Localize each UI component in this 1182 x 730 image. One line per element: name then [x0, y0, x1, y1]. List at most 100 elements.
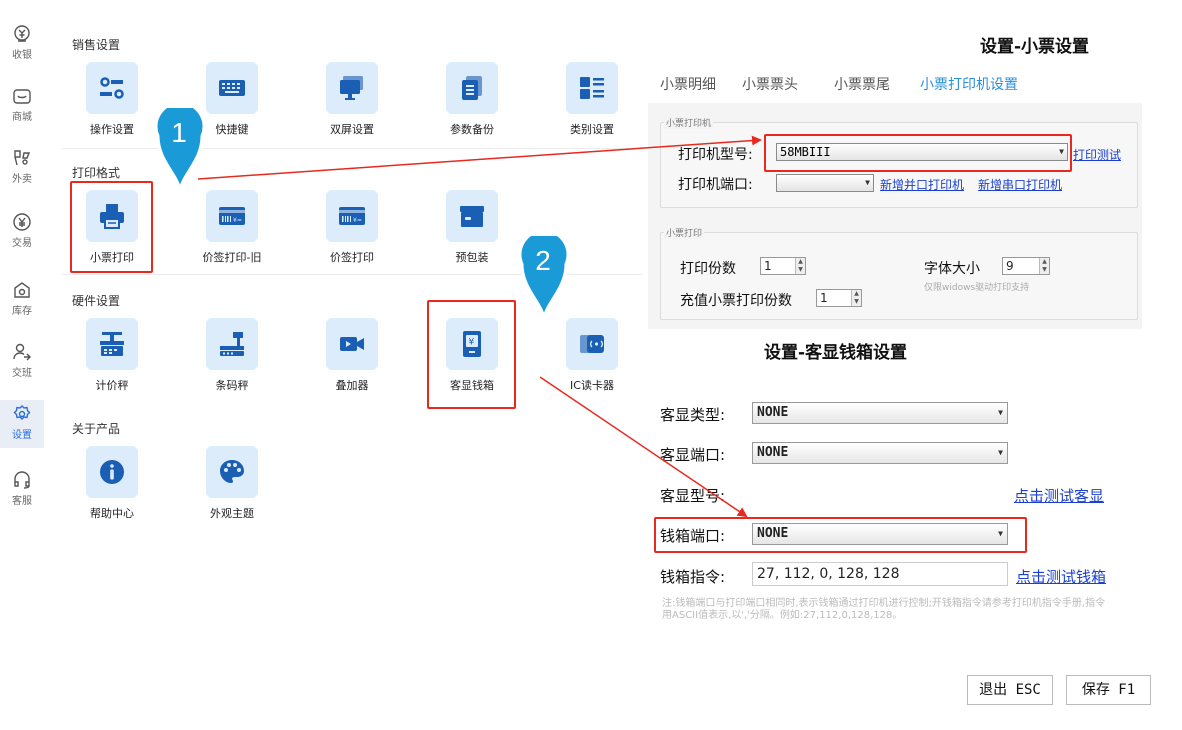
tile-dual-screen[interactable]: 双屏设置 [312, 62, 392, 137]
nav-item-service[interactable]: 客服 [0, 466, 44, 514]
svg-text:¥=: ¥= [353, 217, 362, 224]
chevron-down-icon: ▼ [998, 448, 1003, 457]
tile-help-center[interactable]: 帮助中心 [72, 446, 152, 521]
stepper-up-icon[interactable]: ▲ [796, 258, 805, 266]
tile-ic-card-reader[interactable]: IC读卡器 [552, 318, 632, 393]
marker-number: 2 [535, 245, 551, 276]
price-tag-icon: ¥= [339, 207, 365, 225]
section-title-hardware: 硬件设置 [72, 294, 121, 308]
tile-pricing-scale[interactable]: 计价秤 [72, 318, 152, 393]
nav-item-takeout[interactable]: 外卖 [0, 144, 44, 192]
pricing-scale-icon [100, 332, 124, 356]
cash-drawer-icon: ¥ [463, 331, 481, 357]
section-title-sales: 销售设置 [72, 38, 121, 52]
tile-label: 类别设置 [570, 123, 614, 136]
nav-item-cashier[interactable]: 收银 [0, 20, 44, 68]
tile-barcode-scale[interactable]: 条码秤 [192, 318, 272, 393]
tile-label: 双屏设置 [330, 123, 374, 136]
tile-overlay-device[interactable]: 叠加器 [312, 318, 392, 393]
tile-label: 价签打印 [330, 251, 374, 264]
tile-prepack[interactable]: 预包装 [432, 190, 512, 265]
stepper-down-icon[interactable]: ▼ [796, 266, 805, 274]
gear-icon [13, 405, 31, 420]
marker-number: 1 [171, 117, 187, 148]
font-size-stepper[interactable]: 9 ▲ ▼ [1002, 257, 1050, 275]
tile-category-settings[interactable]: 类别设置 [552, 62, 632, 137]
display-type-select[interactable]: NONE ▼ [752, 402, 1008, 424]
test-drawer-link[interactable]: 点击测试钱箱 [1016, 566, 1106, 587]
svg-text:¥=: ¥= [233, 217, 242, 224]
tile-operation-settings[interactable]: 操作设置 [72, 62, 152, 137]
keyboard-icon [219, 80, 245, 96]
print-test-link[interactable]: 打印测试 [1073, 146, 1121, 163]
headset-icon [14, 471, 30, 489]
tile-label: 外观主题 [210, 507, 254, 520]
nav-item-settings[interactable]: 设置 [0, 400, 44, 448]
font-size-label: 字体大小 [924, 261, 980, 277]
tab-receipt-footer[interactable]: 小票票尾 [834, 74, 890, 94]
tab-receipt-detail[interactable]: 小票明细 [660, 74, 716, 94]
recharge-copies-label: 充值小票打印份数 [680, 293, 792, 309]
nav-item-trade[interactable]: 交易 [0, 208, 44, 256]
tile-label: 客显钱箱 [450, 379, 494, 392]
nav-item-handover[interactable]: 交班 [0, 338, 44, 386]
tile-label: 操作设置 [90, 123, 134, 136]
tab-receipt-printer[interactable]: 小票打印机设置 [920, 74, 1018, 94]
price-tag-icon: ¥= [219, 207, 245, 225]
stepper-down-icon[interactable]: ▼ [852, 298, 861, 306]
left-nav: 收银 商城 外卖 交易 库存 交班 设置 客服 [0, 0, 44, 730]
test-display-link[interactable]: 点击测试客显 [1014, 485, 1104, 506]
display-model-label: 客显型号: [660, 487, 726, 505]
tile-receipt-print[interactable]: 小票打印 [72, 190, 152, 265]
card-reader-icon [580, 335, 604, 353]
receipt-settings-title: 设置-小票设置 [980, 37, 1090, 57]
stepper-down-icon[interactable]: ▼ [1040, 266, 1049, 274]
tile-display-cash-drawer[interactable]: ¥ 客显钱箱 [432, 318, 512, 393]
svg-text:¥: ¥ [469, 338, 475, 348]
tile-param-backup[interactable]: 参数备份 [432, 62, 512, 137]
nav-label: 库存 [12, 306, 32, 317]
tile-label: 条码秤 [215, 379, 249, 392]
inventory-icon [14, 282, 30, 298]
tile-price-tag-old[interactable]: ¥= 价签打印-旧 [192, 190, 272, 265]
nav-item-mall[interactable]: 商城 [0, 82, 44, 130]
add-parallel-printer-link[interactable]: 新增并口打印机 [880, 176, 964, 193]
monitor-icon [340, 76, 363, 100]
add-serial-printer-link[interactable]: 新增串口打印机 [978, 176, 1062, 193]
drawer-port-select[interactable]: NONE ▼ [752, 523, 1008, 545]
drawer-command-input[interactable]: 27, 112, 0, 128, 128 [752, 562, 1008, 586]
document-icon [462, 76, 482, 100]
tile-label: 预包装 [455, 251, 489, 264]
display-port-select[interactable]: NONE ▼ [752, 442, 1008, 464]
tab-receipt-header[interactable]: 小票票头 [742, 74, 798, 94]
display-port-label: 客显端口: [660, 446, 726, 464]
drawer-command-label: 钱箱指令: [660, 568, 726, 586]
printer-group [660, 122, 1138, 208]
package-icon [460, 206, 484, 227]
copies-stepper[interactable]: 1 ▲ ▼ [760, 257, 806, 275]
stepper-up-icon[interactable]: ▲ [852, 290, 861, 298]
receipt-copies-legend: 小票打印 [664, 226, 705, 239]
exit-button[interactable]: 退出 ESC [967, 675, 1053, 705]
tile-appearance-theme[interactable]: 外观主题 [192, 446, 272, 521]
tile-price-tag[interactable]: ¥= 价签打印 [312, 190, 392, 265]
info-icon [100, 460, 124, 484]
printer-port-select[interactable]: ▼ [776, 174, 874, 192]
nav-label: 客服 [12, 496, 32, 507]
tile-label: 价签打印-旧 [202, 251, 262, 264]
printer-model-select[interactable]: 58MBIII ▼ [776, 143, 1068, 161]
recharge-copies-stepper[interactable]: 1 ▲ ▼ [816, 289, 862, 307]
sliders-icon [100, 77, 124, 99]
stepper-up-icon[interactable]: ▲ [1040, 258, 1049, 266]
section-divider [62, 148, 642, 149]
printer-model-label: 打印机型号: [678, 147, 753, 163]
save-button[interactable]: 保存 F1 [1066, 675, 1151, 705]
barcode-scale-icon [220, 332, 244, 356]
nav-item-inventory[interactable]: 库存 [0, 276, 44, 324]
settings-screen: 收银 商城 外卖 交易 库存 交班 设置 客服 销售设置 打印格式 硬件设置 关… [0, 0, 1182, 730]
handover-icon [13, 343, 31, 361]
category-list-icon [580, 77, 604, 99]
tile-label: 叠加器 [335, 379, 369, 392]
chevron-down-icon: ▼ [998, 529, 1003, 538]
tile-label: 小票打印 [90, 251, 134, 264]
